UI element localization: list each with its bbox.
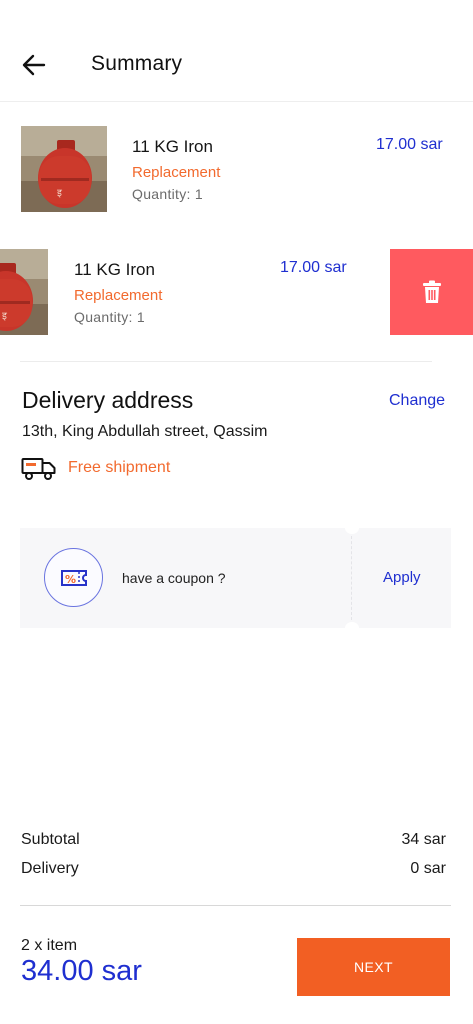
product-image: इ (0, 249, 48, 335)
delivery-fee-label: Delivery (21, 860, 79, 877)
page-title: Summary (91, 52, 183, 75)
cart-item[interactable]: इ 11 KG Iron Replacement Quantity: 1 17.… (0, 247, 390, 337)
truck-icon (21, 458, 56, 480)
coupon-prompt[interactable]: have a coupon ? (122, 570, 226, 586)
item-name: 11 KG Iron (74, 260, 155, 279)
item-price: 17.00 sar (376, 136, 443, 153)
shipment-label: Free shipment (68, 459, 171, 476)
divider (20, 905, 451, 906)
delivery-address: 13th, King Abdullah street, Qassim (22, 423, 268, 440)
item-type: Replacement (132, 164, 221, 181)
coupon-separator (351, 536, 352, 620)
coupon-notch (345, 622, 359, 634)
cart-item[interactable]: इ 11 KG Iron Replacement Quantity: 1 17.… (0, 124, 473, 214)
item-name: 11 KG Iron (132, 137, 213, 156)
coupon-icon-badge: % (44, 548, 103, 607)
product-image: इ (21, 126, 107, 212)
item-type: Replacement (74, 287, 163, 304)
coupon-glyph: % (65, 573, 76, 586)
delivery-row: Delivery 0 sar (21, 860, 446, 878)
change-address-link[interactable]: Change (389, 392, 445, 410)
item-price: 17.00 sar (280, 259, 347, 276)
item-quantity: Quantity: 1 (74, 309, 146, 325)
delivery-fee-value: 0 sar (410, 860, 446, 877)
subtotal-label: Subtotal (21, 831, 80, 848)
arrow-left-icon (22, 54, 46, 76)
subtotal-row: Subtotal 34 sar (21, 831, 446, 849)
back-button[interactable] (20, 50, 48, 80)
apply-coupon-button[interactable]: Apply (383, 569, 421, 586)
delete-item-button[interactable] (390, 249, 473, 335)
trash-icon (422, 280, 441, 303)
total-amount: 34.00 sar (21, 955, 142, 987)
app-header: Summary (0, 0, 473, 102)
item-count: 2 x item (21, 937, 78, 954)
coupon-notch (345, 522, 359, 534)
item-quantity: Quantity: 1 (132, 186, 204, 202)
divider (20, 361, 432, 362)
delivery-address-title: Delivery address (22, 387, 194, 413)
subtotal-value: 34 sar (401, 831, 446, 848)
next-button[interactable]: NEXT (297, 938, 450, 996)
coupon-icon: % (60, 569, 87, 586)
